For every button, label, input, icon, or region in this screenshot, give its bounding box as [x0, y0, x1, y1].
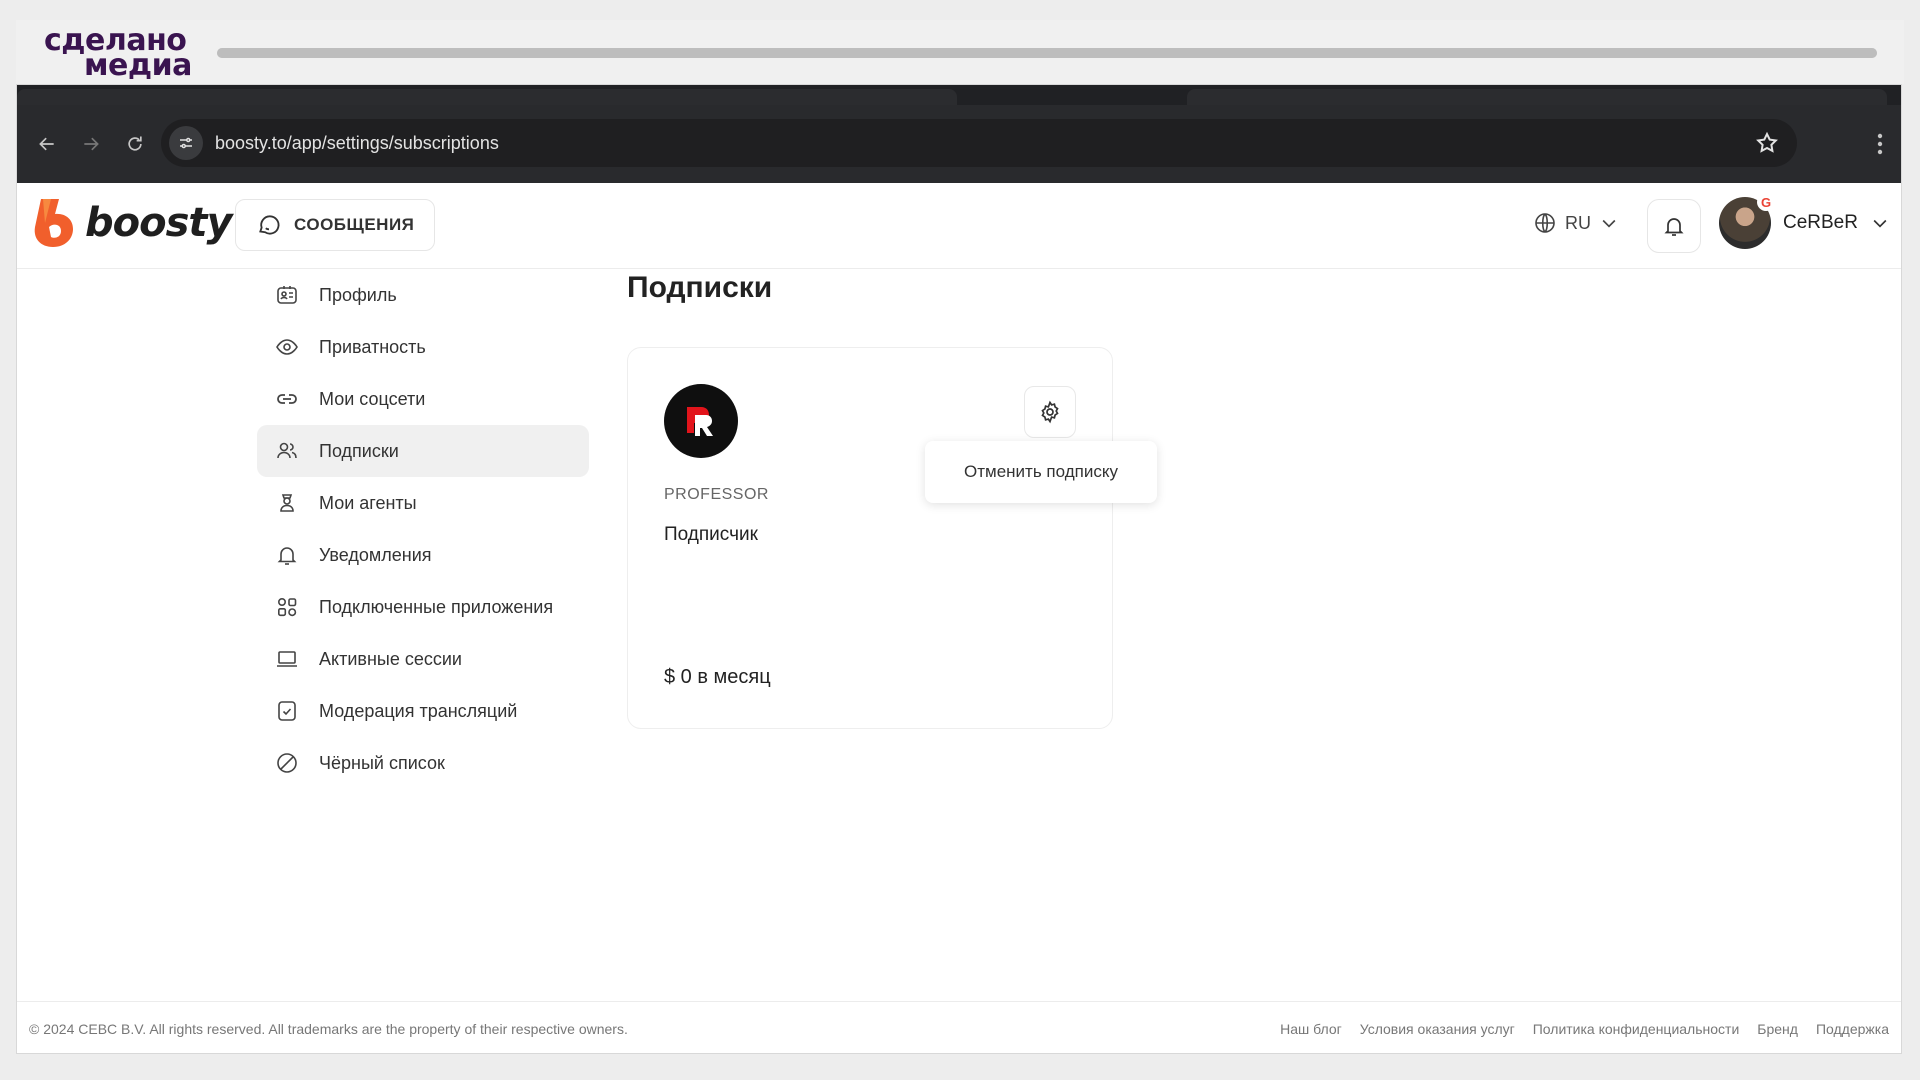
address-bar[interactable]: boosty.to/app/settings/subscriptions [161, 119, 1797, 167]
settings-sidebar: Профиль Приватность Мои соцсети Подписки… [257, 269, 589, 789]
bookmark-star-icon[interactable] [1755, 131, 1779, 155]
avatar[interactable]: G [1719, 193, 1775, 249]
gear-icon [1041, 400, 1059, 424]
shield-check-icon [278, 701, 296, 721]
agent-icon [280, 494, 294, 512]
url-text[interactable]: boosty.to/app/settings/subscriptions [215, 133, 499, 154]
watermark-logo: сделано медиа [44, 26, 192, 81]
app-header: boosty СООБЩЕНИЯ RU G CeRBeR [17, 183, 1901, 269]
bell-icon [1664, 218, 1684, 236]
reload-button[interactable] [113, 122, 157, 166]
browser-window: boosty.to/app/settings/subscriptions boo… [16, 84, 1902, 1054]
creator-logo-icon [687, 407, 713, 436]
sidebar-item-label: Подписки [319, 440, 399, 461]
arrow-left-icon [39, 137, 54, 151]
sidebar-item-agents[interactable]: Мои агенты [257, 477, 589, 529]
globe-icon [1535, 213, 1555, 233]
sidebar-item-label: Мои соцсети [319, 388, 426, 409]
notifications-button[interactable] [1647, 199, 1701, 253]
site-info-icon[interactable] [169, 126, 203, 160]
subscription-price: $ 0 в месяц [664, 666, 771, 688]
watermark-bar: сделано медиа [16, 20, 1904, 84]
chat-bubble-icon [259, 215, 280, 235]
boosty-bolt-icon [34, 199, 73, 247]
language-selector[interactable]: RU [1533, 211, 1619, 235]
sidebar-item-profile[interactable]: Профиль [257, 269, 589, 321]
browser-toolbar: boosty.to/app/settings/subscriptions [17, 105, 1901, 183]
chevron-down-icon [1873, 219, 1887, 228]
block-icon [277, 753, 297, 773]
sidebar-item-label: Уведомления [319, 544, 432, 565]
footer: © 2024 CEBC B.V. All rights reserved. Al… [17, 1001, 1901, 1053]
user-menu[interactable]: G CeRBeR [1719, 193, 1890, 249]
footer-links: Наш блог Условия оказания услуг Политика… [1280, 1021, 1889, 1037]
link-icon [277, 394, 297, 404]
creator-name[interactable]: PROFESSOR [664, 486, 769, 504]
sidebar-item-connected-apps[interactable]: Подключенные приложения [257, 581, 589, 633]
logo-text: boosty [85, 200, 233, 246]
footer-link-terms[interactable]: Условия оказания услуг [1360, 1021, 1515, 1037]
creator-avatar[interactable] [664, 384, 738, 458]
arrow-right-icon [84, 137, 99, 151]
sidebar-item-stream-moderation[interactable]: Модерация трансляций [257, 685, 589, 737]
sidebar-item-label: Профиль [319, 284, 397, 305]
sidebar-item-notifications[interactable]: Уведомления [257, 529, 589, 581]
copyright-text: © 2024 CEBC B.V. All rights reserved. Al… [29, 1020, 628, 1037]
forward-button[interactable] [69, 122, 113, 166]
horizontal-scrollbar[interactable] [217, 48, 1877, 58]
username: CeRBeR [1783, 212, 1858, 233]
reload-icon [128, 136, 142, 151]
language-label: RU [1565, 212, 1591, 233]
tab-strip [17, 85, 1901, 105]
sidebar-item-privacy[interactable]: Приватность [257, 321, 589, 373]
chevron-down-icon [1602, 219, 1616, 228]
sidebar-item-label: Приватность [319, 336, 426, 357]
scrollbar-thumb[interactable] [217, 48, 1877, 58]
back-button[interactable] [25, 122, 69, 166]
messages-button[interactable]: СООБЩЕНИЯ [235, 199, 436, 251]
sidebar-item-blacklist[interactable]: Чёрный список [257, 737, 589, 789]
page-title: Подписки [627, 271, 773, 304]
browser-tab[interactable] [17, 89, 957, 105]
footer-link-privacy[interactable]: Политика конфиденциальности [1533, 1021, 1740, 1037]
bell-icon [277, 547, 297, 565]
subscription-settings-button[interactable] [1024, 386, 1076, 438]
laptop-icon [277, 651, 297, 667]
subscription-tier: Подписчик [664, 524, 758, 545]
sidebar-item-label: Модерация трансляций [319, 700, 518, 721]
sidebar-item-label: Активные сессии [319, 648, 462, 669]
sidebar-item-socials[interactable]: Мои соцсети [257, 373, 589, 425]
footer-link-support[interactable]: Поддержка [1816, 1021, 1889, 1037]
eye-icon [276, 339, 298, 355]
sidebar-item-subscriptions[interactable]: Подписки [257, 425, 589, 477]
kebab-menu-icon[interactable] [1877, 133, 1883, 155]
footer-link-blog[interactable]: Наш блог [1280, 1021, 1342, 1037]
sidebar-item-label: Чёрный список [319, 752, 445, 773]
boosty-logo[interactable]: boosty [31, 197, 233, 249]
sidebar-item-label: Мои агенты [319, 492, 417, 513]
sidebar-item-sessions[interactable]: Активные сессии [257, 633, 589, 685]
sidebar-item-label: Подключенные приложения [319, 596, 554, 617]
browser-tab[interactable] [1187, 89, 1887, 105]
subscription-card: PROFESSOR Подписчик $ 0 в месяц [627, 347, 1113, 729]
profile-card-icon [277, 286, 297, 304]
google-badge-icon: G [1757, 193, 1775, 211]
apps-icon [277, 597, 297, 617]
messages-label: СООБЩЕНИЯ [294, 215, 415, 234]
footer-link-brand[interactable]: Бренд [1757, 1021, 1798, 1037]
cancel-subscription-menu-item[interactable]: Отменить подписку [925, 441, 1157, 503]
users-icon [277, 442, 297, 459]
